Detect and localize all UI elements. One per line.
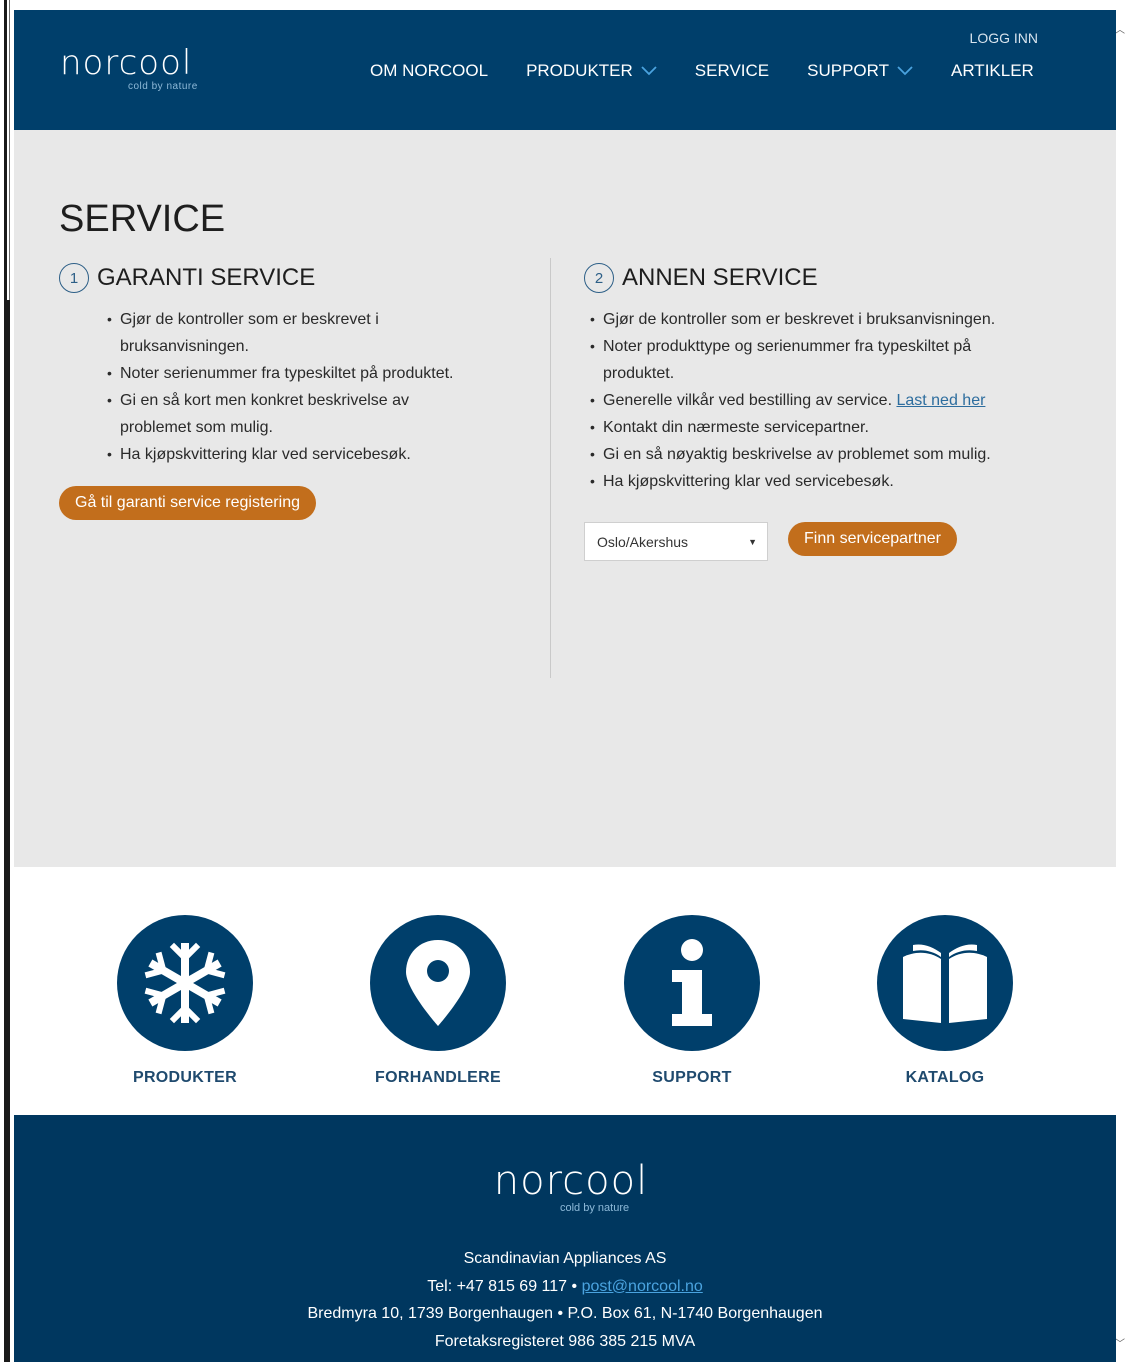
chevron-down-icon xyxy=(641,61,657,81)
other-service-title: ANNEN SERVICE xyxy=(622,264,818,291)
nav-item-label: ARTIKLER xyxy=(951,61,1034,80)
company-name: Scandinavian Appliances AS xyxy=(463,1250,667,1267)
footer-phone-line: Tel: +47 815 69 117 • post@norcool.no xyxy=(14,1273,1116,1301)
nav-item-artikler[interactable]: ARTIKLER xyxy=(951,61,1034,81)
nav-item-om-norcool[interactable]: OM NORCOOL xyxy=(370,61,488,81)
step-number-badge: 1 xyxy=(59,263,89,293)
warranty-registration-button[interactable]: Gå til garanti service registering xyxy=(59,486,316,520)
list-item: Noter produkttype og serienummer fra typ… xyxy=(590,333,1034,387)
footer-brand-logo[interactable]: norcool cold by nature xyxy=(476,1161,666,1221)
column-divider xyxy=(550,258,551,678)
quicklink-label: KATALOG xyxy=(905,1069,985,1086)
nav-item-service[interactable]: SERVICE xyxy=(695,61,769,81)
map-pin-icon xyxy=(370,915,506,1051)
book-icon xyxy=(877,915,1013,1051)
page-title: SERVICE xyxy=(59,198,226,240)
quicklinks-section: PRODUKTER FORHANDLERE SUPPORT KATALOG xyxy=(14,867,1116,1115)
quicklink-label: PRODUKTER xyxy=(132,1069,238,1086)
nav-item-label: PRODUKTER xyxy=(526,61,633,80)
quicklink-label: SUPPORT xyxy=(652,1069,732,1086)
phone-number: Tel: +47 815 69 117 • xyxy=(427,1277,578,1295)
quicklink-forhandlere[interactable]: FORHANDLERE xyxy=(338,915,538,1087)
quicklink-support[interactable]: SUPPORT xyxy=(592,915,792,1087)
site-footer: norcool cold by nature Scandinavian Appl… xyxy=(14,1115,1116,1362)
list-item: Gjør de kontroller som er beskrevet i br… xyxy=(107,306,479,360)
list-item: Noter serienummer fra typeskiltet på pro… xyxy=(107,360,479,387)
list-item: Gi en så kort men konkret beskrivelse av… xyxy=(107,387,479,441)
info-icon xyxy=(624,915,760,1051)
list-item: Kontakt din nærmeste servicepartner. xyxy=(590,414,1034,441)
list-item: Ha kjøpskvittering klar ved servicebesøk… xyxy=(590,468,1034,495)
list-item: Gjør de kontroller som er beskrevet i br… xyxy=(590,306,1034,333)
list-item-text: Generelle vilkår ved bestilling av servi… xyxy=(603,392,893,409)
main-nav: OM NORCOOL PRODUKTER SERVICE SUPPORT ART… xyxy=(370,61,1034,81)
region-select[interactable]: Oslo/Akershus ▼ xyxy=(584,522,768,561)
footer-brand-name: norcool xyxy=(493,1158,649,1204)
address: Bredmyra 10, 1739 Borgenhaugen • P.O. Bo… xyxy=(307,1305,823,1322)
nav-item-produkter[interactable]: PRODUKTER xyxy=(526,61,657,81)
warranty-service-title: GARANTI SERVICE xyxy=(97,264,316,291)
caret-down-icon: ▼ xyxy=(748,537,757,547)
warranty-service-column: 1 GARANTI SERVICE Gjør de kontroller som… xyxy=(59,260,539,468)
chevron-down-icon xyxy=(897,61,913,81)
login-link[interactable]: LOGG INN xyxy=(970,30,1038,46)
service-section: SERVICE 1 GARANTI SERVICE Gjør de kontro… xyxy=(14,130,1116,867)
email-link[interactable]: post@norcool.no xyxy=(582,1278,703,1295)
nav-item-label: SUPPORT xyxy=(807,61,889,80)
footer-contact: Scandinavian Appliances AS Tel: +47 815 … xyxy=(14,1245,1116,1355)
other-service-checklist: Gjør de kontroller som er beskrevet i br… xyxy=(584,306,1034,495)
quicklink-produkter[interactable]: PRODUKTER xyxy=(85,915,285,1087)
scroll-up-icon[interactable]: ︿ xyxy=(1115,24,1125,38)
scrollbar[interactable]: ︿ ﹀ xyxy=(1115,0,1125,1362)
region-select-value: Oslo/Akershus xyxy=(597,533,689,550)
list-item: Gi en så nøyaktig beskrivelse av problem… xyxy=(590,441,1034,468)
quicklink-katalog[interactable]: KATALOG xyxy=(845,915,1045,1087)
list-item: Ha kjøpskvittering klar ved servicebesøk… xyxy=(107,441,479,468)
list-item: Generelle vilkår ved bestilling av servi… xyxy=(590,387,1034,414)
snowflake-icon xyxy=(117,915,253,1051)
site-header: norcool cold by nature LOGG INN OM NORCO… xyxy=(14,10,1116,130)
find-service-partner-button[interactable]: Finn servicepartner xyxy=(788,522,957,556)
window-left-edge xyxy=(0,0,14,1362)
step-number-badge: 2 xyxy=(584,263,614,293)
nav-item-label: SERVICE xyxy=(694,61,770,80)
brand-logo[interactable]: norcool cold by nature xyxy=(60,43,197,92)
nav-item-support[interactable]: SUPPORT xyxy=(807,61,913,81)
download-terms-link[interactable]: Last ned her xyxy=(896,392,985,409)
quicklink-label: FORHANDLERE xyxy=(375,1069,501,1086)
nav-item-label: OM NORCOOL xyxy=(370,61,489,80)
footer-brand-tagline: cold by nature xyxy=(560,1202,630,1214)
registry-number: Foretaksregisteret 986 385 215 MVA xyxy=(434,1332,696,1350)
brand-name: norcool xyxy=(60,43,193,83)
brand-tagline: cold by nature xyxy=(128,81,198,92)
warranty-checklist: Gjør de kontroller som er beskrevet i br… xyxy=(59,306,479,468)
page: norcool cold by nature LOGG INN OM NORCO… xyxy=(14,10,1116,1362)
other-service-column: 2 ANNEN SERVICE Gjør de kontroller som e… xyxy=(584,260,1054,495)
scroll-down-icon[interactable]: ﹀ xyxy=(1115,1338,1125,1352)
